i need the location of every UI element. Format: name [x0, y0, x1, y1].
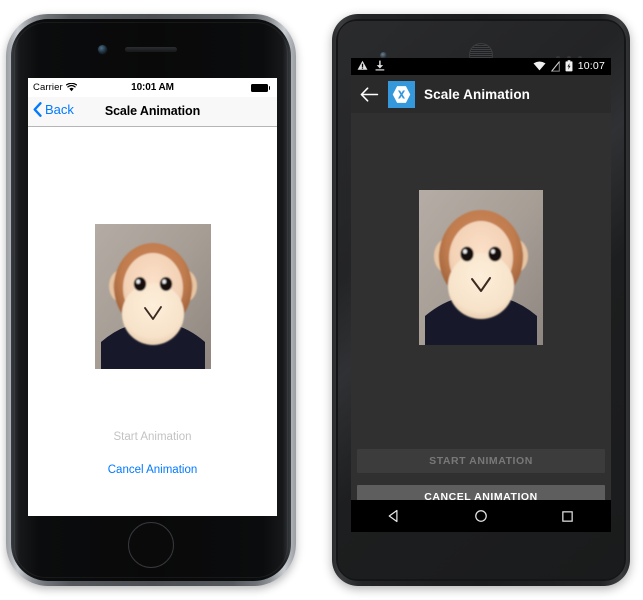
battery-full-icon: [251, 84, 271, 92]
ios-status-bar: Carrier 10:01 AM: [28, 78, 277, 97]
android-system-icons: 10:07: [533, 60, 605, 72]
wifi-icon: [533, 61, 546, 71]
iphone-home-button[interactable]: [128, 522, 174, 568]
ios-clock: 10:01 AM: [131, 82, 174, 93]
battery-charging-icon: [565, 60, 573, 72]
iphone-front-camera: [98, 45, 107, 54]
ios-page-title: Scale Animation: [104, 104, 201, 118]
nav-back-triangle-icon[interactable]: [374, 500, 414, 532]
android-app-bar: Scale Animation: [351, 75, 611, 113]
ios-screen: Carrier 10:01 AM Back Scale Animation St…: [28, 78, 277, 516]
android-nav-bar: [351, 500, 611, 532]
android-clock: 10:07: [577, 60, 605, 72]
arrow-left-icon[interactable]: [360, 86, 379, 103]
android-page-title: Scale Animation: [424, 86, 531, 102]
nav-recents-square-icon[interactable]: [548, 500, 588, 532]
ios-cancel-animation-button[interactable]: Cancel Animation: [28, 464, 277, 476]
ios-start-animation-button[interactable]: Start Animation: [28, 431, 277, 443]
android-device: 10:07 Scale Animation START ANIMATION CA…: [332, 14, 630, 586]
android-status-bar: 10:07: [351, 58, 611, 75]
android-content-area: START ANIMATION CANCEL ANIMATION: [351, 113, 611, 532]
warning-triangle-icon: [357, 60, 368, 70]
android-notification-icons: [357, 60, 385, 71]
ios-content-area: Start Animation Cancel Animation: [28, 127, 277, 516]
iphone-device: Carrier 10:01 AM Back Scale Animation St…: [6, 14, 296, 586]
monkey-photo: [419, 190, 543, 345]
android-screen: 10:07 Scale Animation START ANIMATION CA…: [351, 58, 611, 532]
nav-home-circle-icon[interactable]: [461, 500, 501, 532]
iphone-earpiece-speaker: [125, 47, 177, 52]
signal-off-icon: [550, 60, 560, 72]
ios-nav-bar: Back Scale Animation: [28, 97, 277, 127]
monkey-photo: [94, 224, 211, 369]
xamarin-logo-icon: [388, 80, 415, 108]
android-start-animation-button[interactable]: START ANIMATION: [357, 449, 605, 473]
download-icon: [375, 60, 385, 71]
